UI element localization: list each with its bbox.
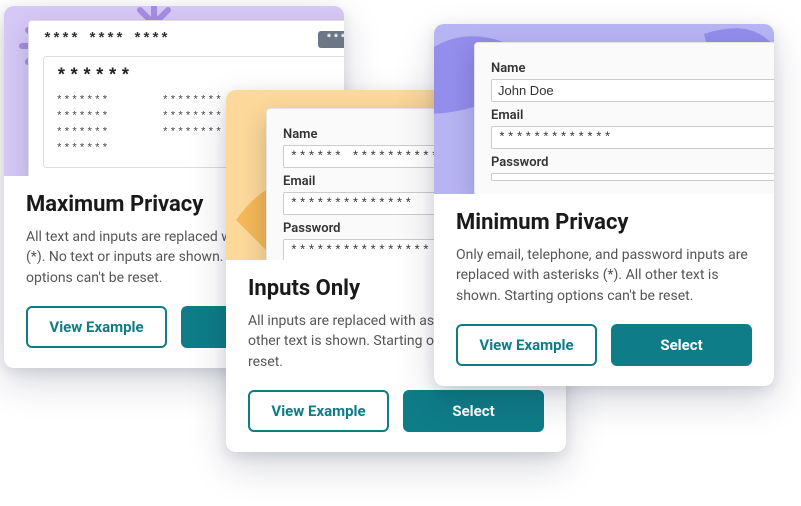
- button-label: View Example: [49, 318, 143, 336]
- name-label: Name: [491, 61, 774, 76]
- privacy-card-minimum: Name John Doe Email ************* Passwo…: [434, 24, 774, 386]
- masked-title: **** **** ****: [43, 31, 169, 48]
- card-hero: Name John Doe Email ************* Passwo…: [434, 24, 774, 194]
- view-example-button[interactable]: View Example: [26, 306, 167, 348]
- masked-cell: *******: [56, 143, 144, 155]
- masked-heading: ******: [56, 67, 344, 87]
- password-label: Password: [491, 155, 774, 170]
- stage: **** **** **** ***** ****** ******* ****…: [0, 0, 801, 506]
- name-field: John Doe: [491, 79, 774, 102]
- card-description: Only email, telephone, and password inpu…: [456, 245, 752, 306]
- masked-badge: *****: [318, 31, 344, 48]
- card-body: Minimum Privacy Only email, telephone, a…: [434, 194, 774, 386]
- password-field: [491, 173, 774, 181]
- view-example-button[interactable]: View Example: [456, 324, 597, 366]
- select-button[interactable]: Select: [611, 324, 752, 366]
- masked-cell: *******: [56, 127, 144, 139]
- button-label: View Example: [479, 336, 573, 354]
- email-label: Email: [491, 108, 774, 123]
- select-button[interactable]: Select: [403, 390, 544, 432]
- button-row: View Example Select: [248, 390, 544, 432]
- email-field: *************: [491, 126, 774, 149]
- button-label: Select: [660, 336, 702, 354]
- button-label: Select: [452, 402, 494, 420]
- form-mock: Name John Doe Email ************* Passwo…: [474, 42, 774, 194]
- view-example-button[interactable]: View Example: [248, 390, 389, 432]
- masked-cell: *******: [56, 95, 144, 107]
- masked-cell: *******: [56, 111, 144, 123]
- card-title: Minimum Privacy: [456, 210, 752, 235]
- button-label: View Example: [271, 402, 365, 420]
- button-row: View Example Select: [456, 324, 752, 366]
